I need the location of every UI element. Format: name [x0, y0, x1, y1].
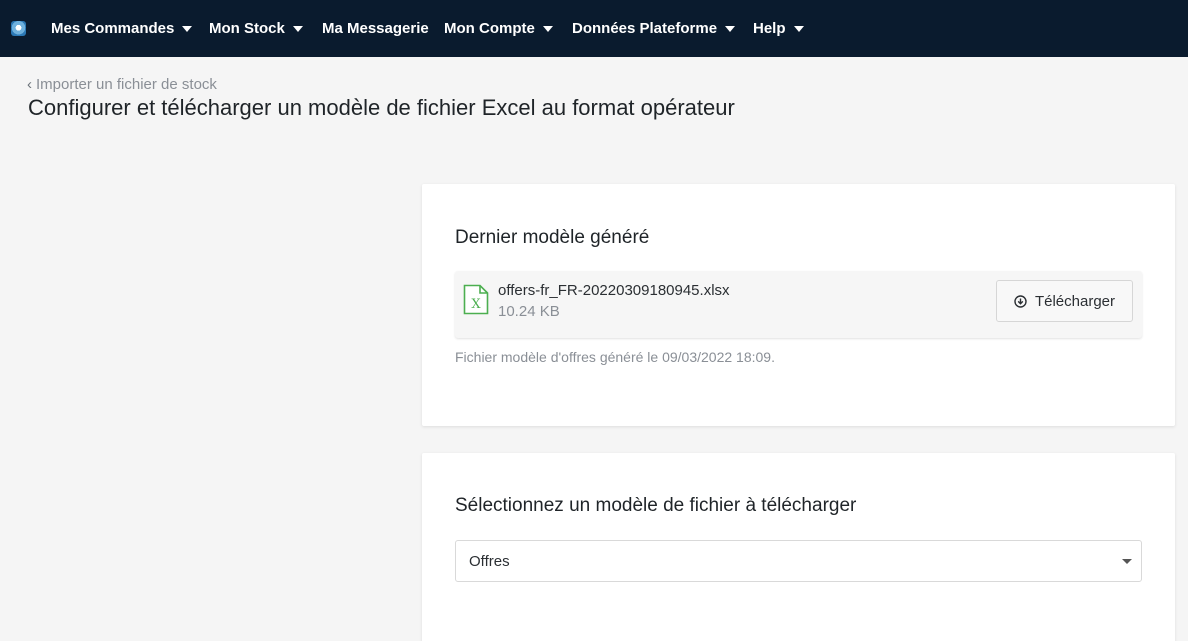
nav-mon-compte[interactable]: Mon Compte: [444, 0, 553, 57]
nav-ma-messagerie[interactable]: Ma Messagerie: [322, 0, 429, 57]
file-note: Fichier modèle d'offres généré le 09/03/…: [455, 349, 775, 365]
last-model-card: Dernier modèle généré X offers-fr_FR-202…: [422, 184, 1175, 426]
excel-file-icon: X: [463, 284, 489, 315]
nav-mes-commandes[interactable]: Mes Commandes: [51, 0, 193, 57]
back-link[interactable]: ‹ Importer un fichier de stock: [27, 76, 217, 93]
select-model-card: Sélectionnez un modèle de fichier à télé…: [422, 453, 1175, 641]
nav-label: Mon Stock: [209, 20, 285, 37]
download-icon: [1014, 294, 1027, 308]
caret-down-icon: [725, 25, 736, 32]
nav-mon-stock[interactable]: Mon Stock: [209, 0, 303, 57]
caret-down-icon: [1122, 559, 1132, 564]
file-size: 10.24 KB: [498, 303, 560, 320]
nav-label: Mon Compte: [444, 20, 535, 37]
page-title: Configurer et télécharger un modèle de f…: [28, 95, 735, 120]
caret-down-icon: [793, 25, 804, 32]
file-item: X offers-fr_FR-20220309180945.xlsx 10.24…: [455, 271, 1142, 338]
nav-help[interactable]: Help: [753, 0, 804, 57]
select-model-title: Sélectionnez un modèle de fichier à télé…: [455, 495, 857, 516]
download-label: Télécharger: [1034, 292, 1116, 310]
nav-label: Ma Messagerie: [322, 20, 429, 37]
svg-text:X: X: [471, 297, 481, 312]
top-navbar: Mes Commandes Mon Stock Ma Messagerie Mo…: [0, 0, 1188, 57]
app-logo-icon[interactable]: [11, 21, 26, 36]
chevron-left-icon: ‹: [27, 76, 32, 93]
caret-down-icon: [292, 25, 303, 32]
nav-label: Données Plateforme: [572, 20, 718, 37]
caret-down-icon: [182, 25, 193, 32]
model-select-value: Offres: [469, 552, 510, 570]
nav-label: Help: [753, 20, 786, 37]
back-link-label: Importer un fichier de stock: [36, 76, 217, 93]
nav-label: Mes Commandes: [51, 20, 175, 37]
caret-down-icon: [542, 25, 553, 32]
model-select[interactable]: Offres: [455, 540, 1142, 582]
last-model-title: Dernier modèle généré: [455, 227, 650, 248]
download-button[interactable]: Télécharger: [996, 280, 1133, 322]
file-name: offers-fr_FR-20220309180945.xlsx: [498, 282, 730, 299]
nav-donnees-plateforme[interactable]: Données Plateforme: [572, 0, 736, 57]
